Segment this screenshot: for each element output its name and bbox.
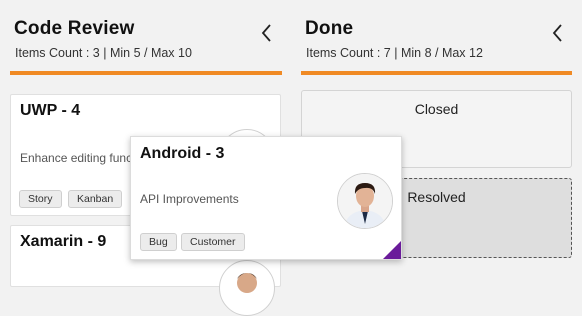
avatar [337, 173, 393, 229]
card-priority-indicator [383, 241, 401, 259]
collapse-column-button[interactable] [550, 22, 566, 44]
card-tag: Bug [140, 233, 177, 251]
card-description: API Improvements [140, 192, 239, 206]
column-items-count: Items Count : 3 | Min 5 / Max 10 [15, 46, 192, 60]
column-accent-bar [10, 71, 282, 75]
chevron-left-icon [261, 24, 271, 42]
dragged-card[interactable]: Android - 3 API Improvements Bug Custome… [130, 136, 402, 260]
card-title: Android - 3 [140, 145, 225, 162]
column-items-count: Items Count : 7 | Min 8 / Max 12 [306, 46, 483, 60]
column-accent-bar [301, 71, 572, 75]
user-avatar-icon [338, 174, 392, 228]
chevron-left-icon [552, 24, 562, 42]
collapse-column-button[interactable] [259, 22, 275, 44]
card-tag: Customer [181, 233, 245, 251]
avatar [219, 260, 275, 316]
column-title: Done [305, 18, 354, 39]
user-avatar-icon [237, 273, 257, 293]
card-tag: Kanban [68, 190, 123, 208]
card-title: UWP - 4 [20, 102, 81, 119]
status-zone-label: Closed [414, 101, 459, 117]
card-title: Xamarin - 9 [20, 233, 107, 250]
card-tag: Story [19, 190, 62, 208]
column-title: Code Review [14, 18, 135, 39]
card-description: Enhance editing func [20, 151, 133, 165]
